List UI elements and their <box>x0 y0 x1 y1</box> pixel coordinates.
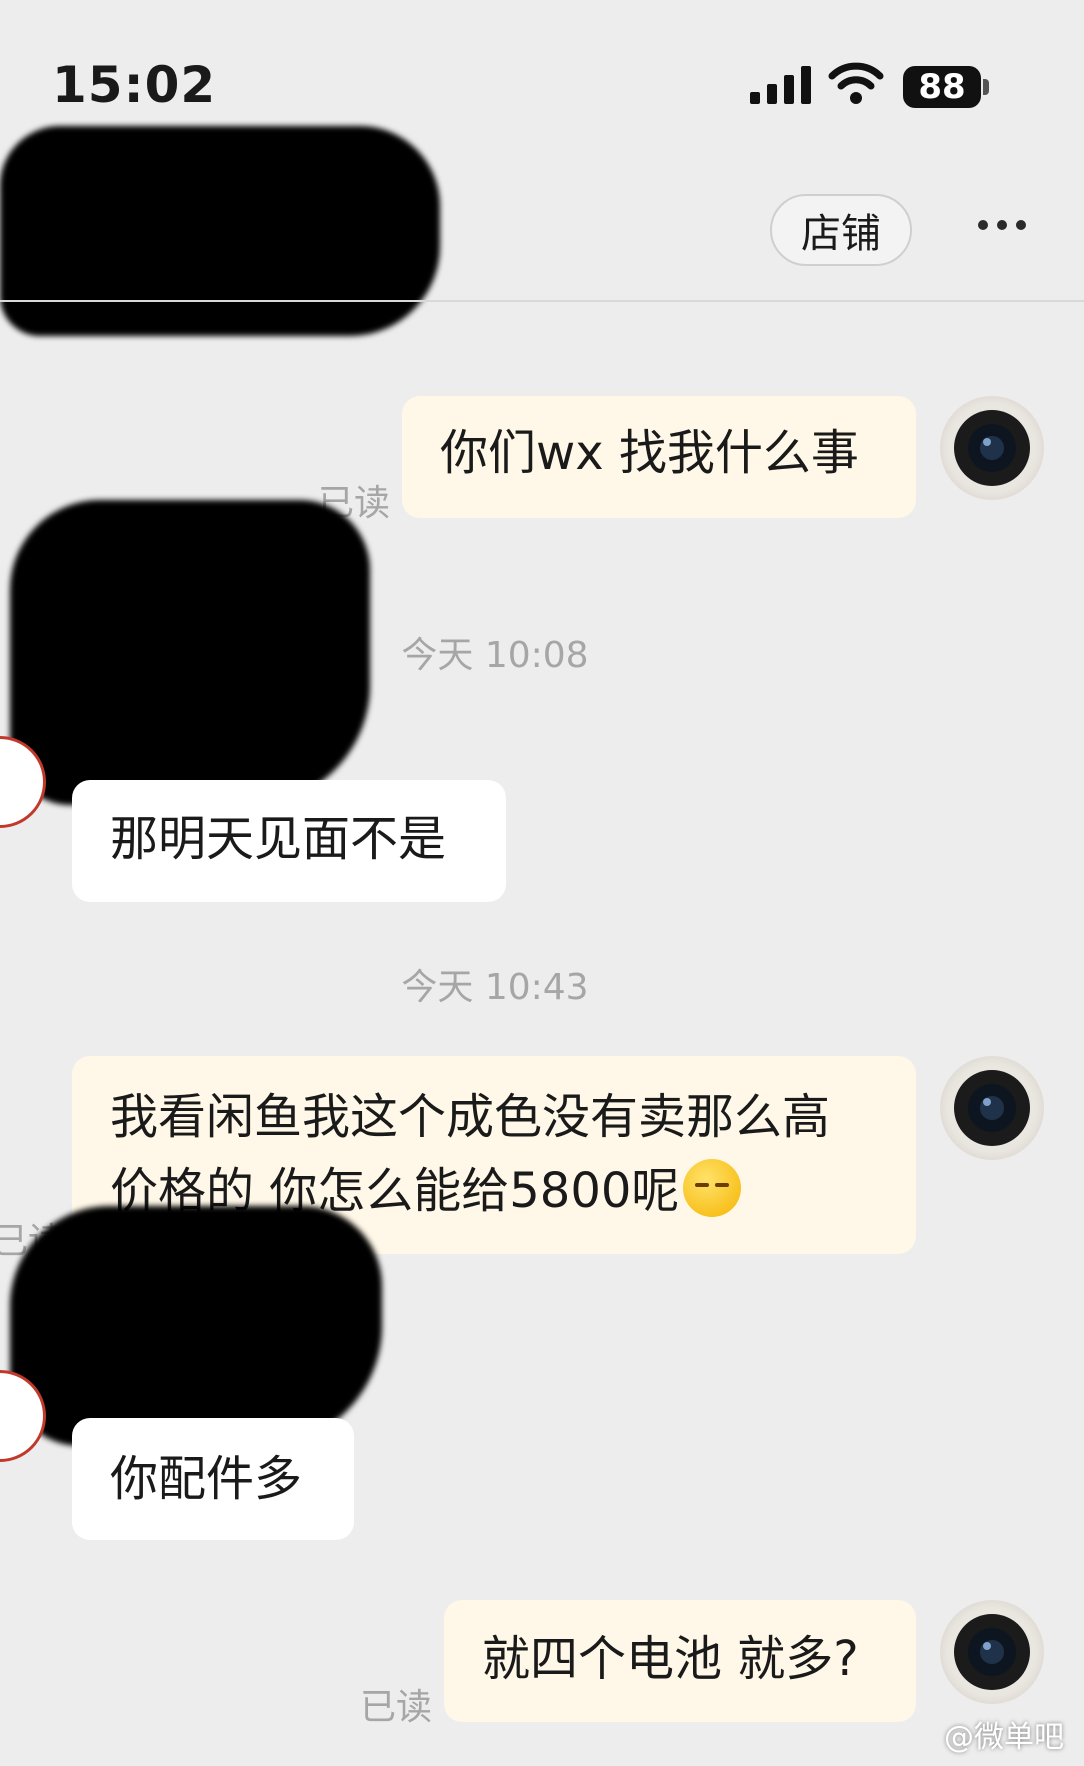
camera-lens-icon <box>954 1070 1030 1146</box>
message-bubble-theirs[interactable]: 那明天见面不是 <box>72 780 506 902</box>
battery-icon: 88 <box>903 66 981 108</box>
battery-level: 88 <box>918 67 966 107</box>
header-divider <box>0 300 1084 302</box>
cellular-signal-icon <box>750 66 811 104</box>
message-text: 就四个电池 就多? <box>482 1631 859 1687</box>
message-bubble-theirs[interactable]: 你配件多 <box>72 1418 354 1540</box>
camera-lens-icon <box>954 410 1030 486</box>
my-avatar[interactable] <box>940 1056 1044 1160</box>
message-text: 你们wx 找我什么事 <box>440 425 859 481</box>
read-receipt: 已读 <box>360 1687 433 1728</box>
my-avatar[interactable] <box>940 396 1044 500</box>
message-text: 那明天见面不是 <box>110 811 447 867</box>
shop-button-label: 店铺 <box>801 211 881 257</box>
more-options-icon[interactable] <box>978 220 1026 230</box>
redacted-contact-name <box>0 126 440 336</box>
status-time: 15:02 <box>52 56 217 114</box>
timestamp: 今天 10:08 <box>401 635 589 676</box>
redacted-area <box>10 1206 382 1446</box>
message-bubble-mine[interactable]: 就四个电池 就多? <box>444 1600 916 1722</box>
message-text-line-1: 我看闲鱼我这个成色没有卖那么高 <box>110 1089 831 1145</box>
battery-tip <box>983 79 989 95</box>
wifi-icon <box>828 62 884 104</box>
shop-button[interactable]: 店铺 <box>770 194 912 266</box>
dizzy-face-emoji <box>683 1159 742 1217</box>
camera-lens-icon <box>954 1614 1030 1690</box>
message-text: 你配件多 <box>110 1451 303 1507</box>
message-bubble-mine[interactable]: 你们wx 找我什么事 <box>402 396 916 518</box>
timestamp: 今天 10:43 <box>401 967 589 1008</box>
my-avatar[interactable] <box>940 1600 1044 1704</box>
watermark: @微单吧 <box>944 1720 1064 1755</box>
